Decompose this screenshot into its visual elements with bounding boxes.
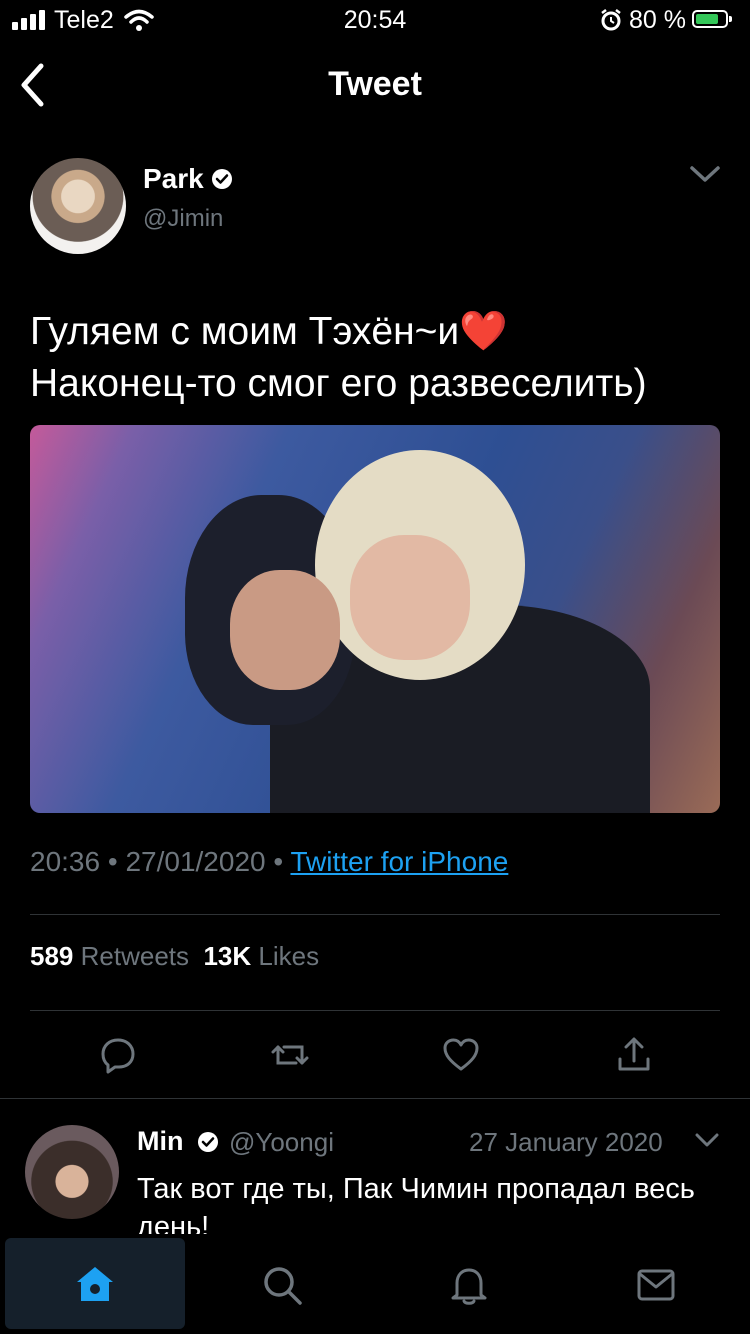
- likes-label[interactable]: Likes: [258, 941, 319, 971]
- notifications-icon[interactable]: [447, 1263, 491, 1307]
- alarm-icon: [601, 9, 621, 31]
- tweet-time: 20:36: [30, 846, 101, 877]
- divider: [30, 1010, 720, 1011]
- author-handle[interactable]: @Jimin: [143, 205, 223, 233]
- retweets-count[interactable]: 589: [30, 941, 73, 971]
- tweet-meta: 20:36 • 27/01/2020 • Twitter for iPhone: [30, 846, 508, 878]
- separator: •: [273, 846, 284, 877]
- battery-icon: [692, 10, 732, 28]
- chevron-down-icon[interactable]: [688, 162, 722, 186]
- tweet-text-line2: Наконец-то смог его развеселить): [30, 362, 647, 405]
- separator: •: [107, 846, 118, 877]
- reply-avatar[interactable]: [25, 1125, 119, 1219]
- search-icon[interactable]: [260, 1263, 304, 1307]
- page-title: Tweet: [328, 65, 422, 103]
- messages-icon[interactable]: [634, 1263, 678, 1307]
- tweet-text: Гуляем с моим Тэхён~и❤️ Наконец-то смог …: [30, 306, 730, 410]
- status-bar: Tele2 20:54 80 %: [0, 0, 750, 40]
- likes-count[interactable]: 13K: [203, 941, 251, 971]
- tweet-date: 27/01/2020: [125, 846, 266, 877]
- chevron-down-icon[interactable]: [694, 1130, 720, 1150]
- divider: [0, 1098, 750, 1099]
- tweet-stats: 589 Retweets 13K Likes: [30, 941, 319, 972]
- retweet-icon[interactable]: [270, 1035, 310, 1075]
- reply-icon[interactable]: [98, 1035, 138, 1075]
- divider: [30, 914, 720, 915]
- verified-icon: [198, 1132, 218, 1152]
- reply-text: Так вот где ты, Пак Чимин пропадал весь …: [137, 1173, 695, 1234]
- reply-author-name[interactable]: Min: [137, 1126, 184, 1157]
- reply-author-handle[interactable]: @Yoongi: [229, 1127, 334, 1158]
- verified-icon: [212, 169, 232, 189]
- tweet-source-link[interactable]: Twitter for iPhone: [290, 846, 508, 877]
- share-icon[interactable]: [614, 1035, 654, 1075]
- home-icon[interactable]: [73, 1263, 117, 1307]
- author-name[interactable]: Park: [143, 163, 204, 195]
- heart-emoji: ❤️: [459, 310, 508, 353]
- tweet-photo[interactable]: [30, 425, 720, 813]
- like-icon[interactable]: [441, 1035, 481, 1075]
- battery-percent: 80 %: [629, 6, 686, 34]
- tweet-text-line1: Гуляем с моим Тэхён~и: [30, 310, 460, 353]
- retweets-label[interactable]: Retweets: [81, 941, 189, 971]
- reply-date: 27 January 2020: [469, 1127, 663, 1157]
- avatar[interactable]: [30, 158, 126, 254]
